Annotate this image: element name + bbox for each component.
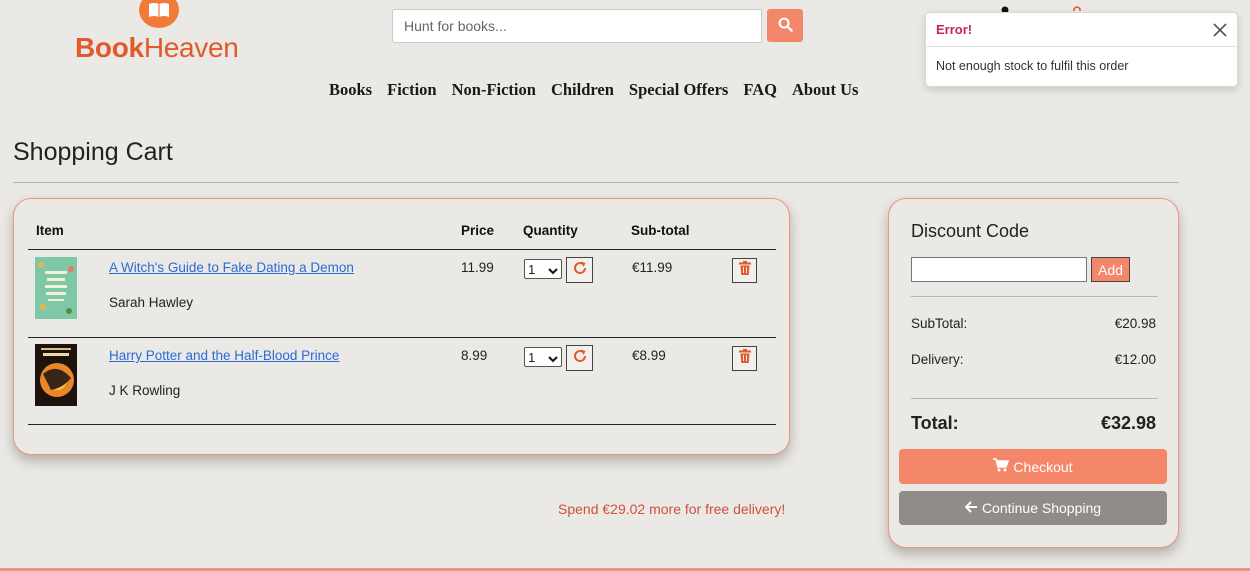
book-title-link[interactable]: Harry Potter and the Half-Blood Prince [109,348,339,363]
discount-title: Discount Code [911,221,1030,241]
nav-faq[interactable]: FAQ [743,80,777,100]
subtotal-value: €20.98 [1114,316,1156,331]
continue-label: Continue Shopping [981,500,1102,516]
toast-message: Not enough stock to fulfil this order [936,59,1129,73]
divider [911,296,1158,297]
continue-shopping-button[interactable]: Continue Shopping [899,491,1167,525]
order-summary: Discount Code Add SubTotal: €20.98 Deliv… [888,198,1179,548]
header-price: Price [461,223,495,238]
nav-books[interactable]: Books [329,80,372,100]
nav-children[interactable]: Children [551,80,614,100]
toast-title: Error! [936,22,973,37]
cart-table: Item Price Quantity Sub-total A Witch's … [13,198,790,455]
search-input[interactable] [392,9,762,43]
refresh-icon [573,261,587,280]
close-icon[interactable] [1213,22,1227,37]
add-discount-button[interactable]: Add [1091,257,1130,282]
item-price: 8.99 [461,348,488,363]
update-quantity-button[interactable] [566,345,593,371]
book-author: J K Rowling [109,383,181,398]
search-button[interactable] [767,9,803,42]
subtotal-label: SubTotal: [911,316,968,331]
divider [28,424,776,425]
header-quantity: Quantity [523,223,578,238]
brand-name-light: Heaven [143,32,239,63]
error-toast: Error! Not enough stock to fulfil this o… [925,12,1238,87]
divider [911,398,1158,399]
checkout-label: Checkout [1013,458,1073,475]
update-quantity-button[interactable] [566,257,593,283]
discount-code-input[interactable] [911,257,1087,282]
book-author: Sarah Hawley [109,295,194,310]
nav-special-offers[interactable]: Special Offers [629,80,728,100]
chevron-down-icon [548,352,558,367]
quantity-value: 1 [528,261,536,277]
total-label: Total: [911,413,959,433]
cart-row: Harry Potter and the Half-Blood Prince J… [14,337,791,425]
nav-about-us[interactable]: About Us [792,80,858,100]
book-icon [139,0,179,28]
arrow-left-icon [964,500,978,516]
cart-row: A Witch's Guide to Fake Dating a Demon S… [14,249,791,337]
book-title-link[interactable]: A Witch's Guide to Fake Dating a Demon [109,260,354,275]
quantity-select[interactable]: 1 [524,347,562,367]
cart-icon [993,458,1010,475]
remove-item-button[interactable] [732,258,757,283]
brand-name-bold: Book [75,32,144,63]
brand-logo[interactable]: BookHeaven [75,0,245,67]
delivery-label: Delivery: [911,352,964,367]
free-delivery-message: Spend €29.02 more for free delivery! [558,501,786,517]
quantity-value: 1 [528,349,536,365]
item-subtotal: €8.99 [632,348,666,363]
item-subtotal: €11.99 [632,260,673,275]
divider [13,182,1179,183]
checkout-button[interactable]: Checkout [899,449,1167,484]
trash-icon [738,261,751,280]
chevron-down-icon [548,264,558,279]
header-item: Item [36,223,64,238]
search-icon [778,17,793,35]
nav-non-fiction[interactable]: Non-Fiction [452,80,536,100]
brand-name: BookHeaven [75,32,239,64]
refresh-icon [573,349,587,368]
trash-icon [738,349,751,368]
delivery-value: €12.00 [1114,352,1156,367]
book-cover[interactable] [35,344,77,406]
remove-item-button[interactable] [732,346,757,371]
header-subtotal: Sub-total [631,223,690,238]
total-value: €32.98 [1100,413,1156,433]
item-price: 11.99 [461,260,494,275]
book-cover[interactable] [35,257,77,319]
quantity-select[interactable]: 1 [524,259,562,279]
page-title: Shopping Cart [13,138,173,166]
nav-fiction[interactable]: Fiction [387,80,437,100]
search-bar [392,9,803,43]
main-nav: Books Fiction Non-Fiction Children Speci… [329,80,858,100]
